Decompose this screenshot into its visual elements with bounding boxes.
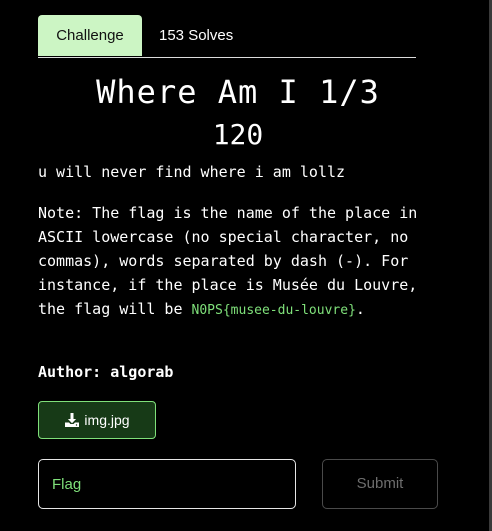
challenge-tabs: Challenge 153 Solves: [38, 15, 416, 58]
challenge-author: Author: algorab: [38, 363, 174, 381]
tab-solves[interactable]: 153 Solves: [159, 15, 233, 56]
challenge-description: u will never find where i am lollz: [38, 163, 346, 181]
flag-format-example: N0PS{musee-du-louvre}: [191, 303, 356, 318]
submit-button[interactable]: Submit: [322, 459, 438, 509]
download-attachment-button[interactable]: img.jpg: [38, 401, 156, 439]
challenge-points: 120: [212, 118, 264, 151]
flag-input[interactable]: [38, 459, 296, 509]
tab-challenge[interactable]: Challenge: [38, 15, 142, 56]
challenge-note: Note: The flag is the name of the place …: [38, 201, 448, 323]
note-end: .: [355, 300, 365, 318]
attachment-filename: img.jpg: [84, 412, 130, 428]
challenge-title: Where Am I 1/3: [96, 73, 380, 111]
download-icon: [64, 412, 80, 428]
